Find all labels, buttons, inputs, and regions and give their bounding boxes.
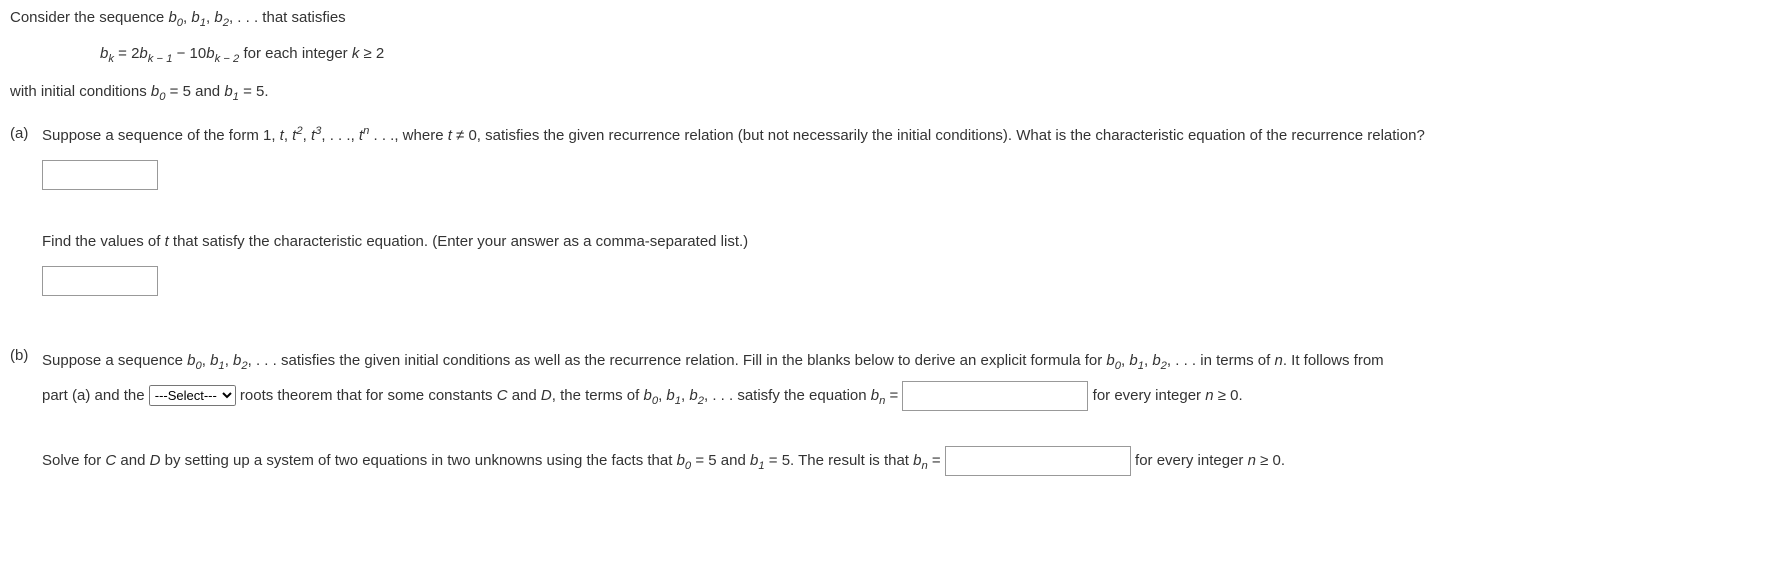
recurrence-equation: bk = 2bk − 1 − 10bk − 2 for each integer… bbox=[100, 42, 1781, 68]
part-a-label: (a) bbox=[10, 122, 42, 336]
bn-formula-input-2[interactable] bbox=[945, 446, 1131, 476]
part-b-label: (b) bbox=[10, 344, 42, 478]
part-b: (b) Suppose a sequence b0, b1, b2, . . .… bbox=[10, 344, 1781, 478]
bn-formula-input-1[interactable] bbox=[902, 381, 1088, 411]
part-a: (a) Suppose a sequence of the form 1, t,… bbox=[10, 122, 1781, 336]
part-b-question: Suppose a sequence b0, b1, b2, . . . sat… bbox=[42, 344, 1781, 414]
solve-text: Solve for C and D by setting up a system… bbox=[42, 444, 1781, 479]
intro-line: Consider the sequence b0, b1, b2, . . . … bbox=[10, 6, 1781, 32]
seq-dots: , . . . bbox=[229, 9, 258, 26]
seq-b1: b1 bbox=[191, 9, 206, 26]
part-a-question: Suppose a sequence of the form 1, t, t2,… bbox=[42, 122, 1781, 148]
t-values-input[interactable] bbox=[42, 266, 158, 296]
characteristic-equation-input[interactable] bbox=[42, 160, 158, 190]
initial-conditions: with initial conditions b0 = 5 and b1 = … bbox=[10, 80, 1781, 106]
find-t-text: Find the values of t that satisfy the ch… bbox=[42, 230, 1781, 254]
that-satisfies: that satisfies bbox=[258, 9, 346, 26]
intro-text: Consider the sequence bbox=[10, 9, 168, 26]
seq-b2: b2 bbox=[214, 9, 229, 26]
roots-theorem-select[interactable]: ---Select--- bbox=[149, 385, 236, 406]
seq-b0: b0 bbox=[168, 9, 183, 26]
